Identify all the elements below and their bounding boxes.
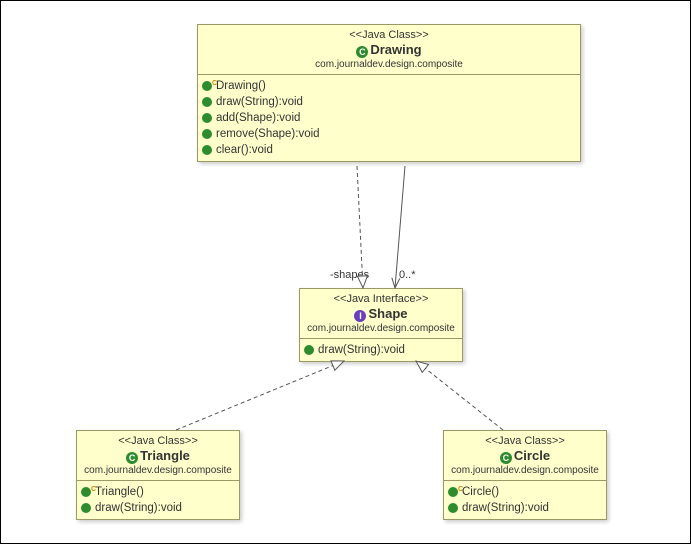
method-icon — [304, 345, 314, 355]
member: draw(String):void — [448, 500, 602, 516]
stereotype-label: <<Java Interface>> — [306, 293, 456, 305]
method-icon — [202, 97, 212, 107]
member: draw(String):void — [202, 94, 576, 110]
class-icon: C — [500, 452, 512, 464]
uml-canvas: <<Java Class>> CDrawing com.journaldev.d… — [0, 0, 691, 544]
class-header: <<Java Class>> CCircle com.journaldev.de… — [444, 431, 606, 481]
stereotype-label: <<Java Class>> — [83, 435, 233, 447]
class-name: CDrawing — [204, 41, 574, 59]
package-label: com.journaldev.design.composite — [450, 465, 600, 476]
member: draw(String):void — [81, 500, 235, 516]
package-label: com.journaldev.design.composite — [83, 465, 233, 476]
member-list: Drawing() draw(String):void add(Shape):v… — [198, 75, 580, 161]
method-icon — [448, 503, 458, 513]
class-name-text: Shape — [368, 306, 407, 321]
member-list: Triangle() draw(String):void — [77, 481, 239, 519]
assoc-role-label: -shapes — [330, 269, 369, 281]
class-header: <<Java Class>> CDrawing com.journaldev.d… — [198, 25, 580, 75]
method-icon — [81, 503, 91, 513]
package-label: com.journaldev.design.composite — [204, 59, 574, 70]
class-name-text: Circle — [514, 448, 550, 463]
stereotype-label: <<Java Class>> — [450, 435, 600, 447]
assoc-multiplicity-label: 0..* — [399, 269, 416, 281]
member: clear():void — [202, 142, 576, 158]
class-name: CTriangle — [83, 447, 233, 465]
member: add(Shape):void — [202, 110, 576, 126]
class-name: IShape — [306, 305, 456, 323]
member: Drawing() — [202, 78, 576, 94]
realization-triangle-shape — [176, 361, 344, 430]
class-icon: C — [126, 452, 138, 464]
interface-icon: I — [354, 310, 366, 322]
stereotype-label: <<Java Class>> — [204, 29, 574, 41]
constructor-icon — [448, 487, 458, 497]
realization-circle-shape — [416, 361, 503, 430]
class-name-text: Drawing — [370, 42, 421, 57]
class-name-text: Triangle — [140, 448, 190, 463]
member: Circle() — [448, 484, 602, 500]
class-circle: <<Java Class>> CCircle com.journaldev.de… — [443, 430, 607, 520]
method-icon — [202, 145, 212, 155]
member-list: draw(String):void — [300, 339, 462, 361]
member: draw(String):void — [304, 342, 458, 358]
method-icon — [202, 113, 212, 123]
class-name: CCircle — [450, 447, 600, 465]
method-icon — [202, 129, 212, 139]
constructor-icon — [202, 81, 212, 91]
package-label: com.journaldev.design.composite — [306, 323, 456, 334]
member-list: Circle() draw(String):void — [444, 481, 606, 519]
constructor-icon — [81, 487, 91, 497]
class-icon: C — [356, 46, 368, 58]
member: remove(Shape):void — [202, 126, 576, 142]
member: Triangle() — [81, 484, 235, 500]
class-header: <<Java Interface>> IShape com.journaldev… — [300, 289, 462, 339]
class-header: <<Java Class>> CTriangle com.journaldev.… — [77, 431, 239, 481]
class-drawing: <<Java Class>> CDrawing com.journaldev.d… — [197, 24, 581, 162]
interface-shape: <<Java Interface>> IShape com.journaldev… — [299, 288, 463, 362]
class-triangle: <<Java Class>> CTriangle com.journaldev.… — [76, 430, 240, 520]
